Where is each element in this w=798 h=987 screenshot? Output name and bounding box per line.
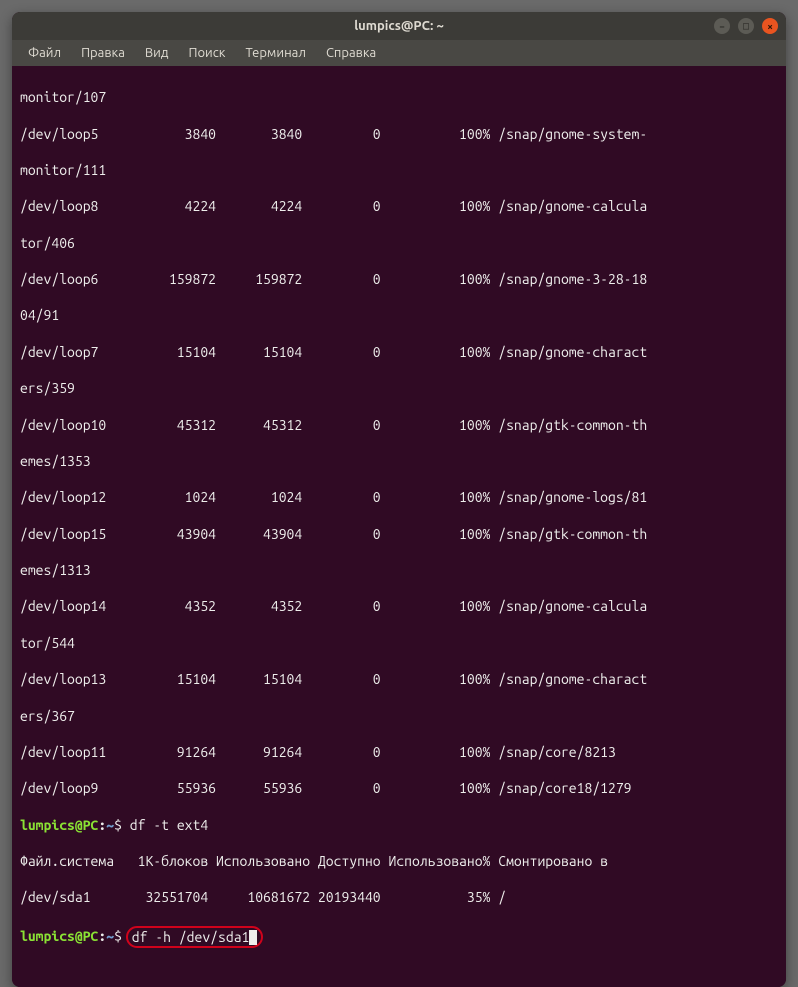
prompt-user: lumpics@PC	[20, 928, 98, 944]
command-1: df -t ext4	[130, 817, 208, 833]
menu-edit[interactable]: Правка	[73, 44, 133, 62]
prompt-colon: :	[98, 928, 106, 944]
titlebar[interactable]: lumpics@PC: ~ – □ ×	[12, 12, 786, 40]
menu-file[interactable]: Файл	[20, 44, 69, 62]
prompt-user: lumpics@PC	[20, 817, 98, 833]
prompt-dollar: $	[114, 817, 130, 833]
output-line: monitor/107	[20, 88, 778, 106]
cursor	[249, 930, 257, 945]
output-line: tor/406	[20, 234, 778, 252]
prompt-path: ~	[106, 928, 114, 944]
output-line: /dev/loop10 45312 45312 0 100% /snap/gtk…	[20, 416, 778, 434]
terminal-body[interactable]: monitor/107 /dev/loop5 3840 3840 0 100% …	[12, 66, 786, 987]
output-line: /dev/loop8 4224 4224 0 100% /snap/gnome-…	[20, 197, 778, 215]
window-controls: – □ ×	[714, 18, 778, 34]
close-button[interactable]: ×	[762, 18, 778, 34]
output-line: emes/1313	[20, 561, 778, 579]
menu-search[interactable]: Поиск	[180, 44, 233, 62]
df-header: Файл.система 1K-блоков Использовано Дост…	[20, 852, 778, 870]
window-title: lumpics@PC: ~	[354, 19, 444, 33]
terminal-window: lumpics@PC: ~ – □ × Файл Правка Вид Поис…	[12, 12, 786, 987]
output-line: /dev/loop6 159872 159872 0 100% /snap/gn…	[20, 270, 778, 288]
prompt-line-2: lumpics@PC:~$ df -h /dev/sda1	[20, 925, 778, 947]
output-line: /dev/loop13 15104 15104 0 100% /snap/gno…	[20, 670, 778, 688]
output-line: 04/91	[20, 306, 778, 324]
menubar: Файл Правка Вид Поиск Терминал Справка	[12, 40, 786, 66]
command-2: df -h /dev/sda1	[132, 929, 250, 945]
prompt-line-1: lumpics@PC:~$ df -t ext4	[20, 816, 778, 834]
prompt-colon: :	[98, 817, 106, 833]
prompt-path: ~	[106, 817, 114, 833]
menu-view[interactable]: Вид	[137, 44, 177, 62]
output-line: ers/367	[20, 707, 778, 725]
output-line: emes/1353	[20, 452, 778, 470]
output-line: /dev/loop15 43904 43904 0 100% /snap/gtk…	[20, 525, 778, 543]
output-line: /dev/loop14 4352 4352 0 100% /snap/gnome…	[20, 597, 778, 615]
menu-help[interactable]: Справка	[318, 44, 384, 62]
menu-terminal[interactable]: Терминал	[237, 44, 313, 62]
output-line: monitor/111	[20, 161, 778, 179]
maximize-button[interactable]: □	[738, 18, 754, 34]
output-line: /dev/loop9 55936 55936 0 100% /snap/core…	[20, 779, 778, 797]
output-line: ers/359	[20, 379, 778, 397]
df-row: /dev/sda1 32551704 10681672 20193440 35%…	[20, 888, 778, 906]
output-line: /dev/loop11 91264 91264 0 100% /snap/cor…	[20, 743, 778, 761]
output-line: /dev/loop5 3840 3840 0 100% /snap/gnome-…	[20, 125, 778, 143]
output-line: /dev/loop7 15104 15104 0 100% /snap/gnom…	[20, 343, 778, 361]
output-line: /dev/loop12 1024 1024 0 100% /snap/gnome…	[20, 488, 778, 506]
output-line: tor/544	[20, 634, 778, 652]
minimize-button[interactable]: –	[714, 18, 730, 34]
highlighted-command: df -h /dev/sda1	[126, 926, 264, 948]
